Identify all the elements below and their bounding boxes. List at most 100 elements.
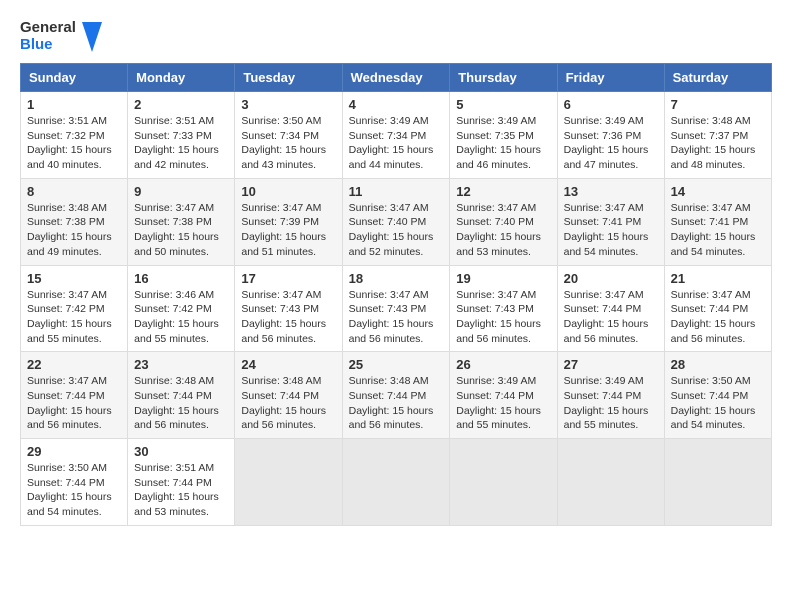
daylight-label: Daylight: 15 hours and 55 minutes. [456,405,541,432]
day-number: 9 [134,184,228,199]
day-of-week-header: Sunday [21,64,128,92]
cell-content: Sunrise: 3:51 AM Sunset: 7:44 PM Dayligh… [134,461,228,520]
calendar-cell: 14 Sunrise: 3:47 AM Sunset: 7:41 PM Dayl… [664,178,771,265]
sunrise-label: Sunrise: 3:48 AM [134,375,214,387]
sunrise-label: Sunrise: 3:47 AM [241,289,321,301]
sunset-label: Sunset: 7:37 PM [671,130,749,142]
day-number: 12 [456,184,550,199]
daylight-label: Daylight: 15 hours and 54 minutes. [671,231,756,258]
calendar-cell: 26 Sunrise: 3:49 AM Sunset: 7:44 PM Dayl… [450,352,557,439]
sunset-label: Sunset: 7:40 PM [349,216,427,228]
calendar-cell: 30 Sunrise: 3:51 AM Sunset: 7:44 PM Dayl… [128,439,235,526]
sunset-label: Sunset: 7:43 PM [349,303,427,315]
sunset-label: Sunset: 7:44 PM [671,303,749,315]
calendar-cell: 25 Sunrise: 3:48 AM Sunset: 7:44 PM Dayl… [342,352,450,439]
sunset-label: Sunset: 7:32 PM [27,130,105,142]
daylight-label: Daylight: 15 hours and 52 minutes. [349,231,434,258]
calendar-cell: 3 Sunrise: 3:50 AM Sunset: 7:34 PM Dayli… [235,92,342,179]
calendar-cell: 12 Sunrise: 3:47 AM Sunset: 7:40 PM Dayl… [450,178,557,265]
calendar-cell: 19 Sunrise: 3:47 AM Sunset: 7:43 PM Dayl… [450,265,557,352]
cell-content: Sunrise: 3:47 AM Sunset: 7:44 PM Dayligh… [671,288,765,347]
sunset-label: Sunset: 7:42 PM [134,303,212,315]
calendar-cell: 6 Sunrise: 3:49 AM Sunset: 7:36 PM Dayli… [557,92,664,179]
day-number: 3 [241,97,335,112]
day-number: 8 [27,184,121,199]
sunrise-label: Sunrise: 3:48 AM [27,202,107,214]
sunrise-label: Sunrise: 3:47 AM [349,202,429,214]
sunset-label: Sunset: 7:41 PM [564,216,642,228]
sunrise-label: Sunrise: 3:49 AM [564,115,644,127]
cell-content: Sunrise: 3:49 AM Sunset: 7:36 PM Dayligh… [564,114,658,173]
calendar-table: SundayMondayTuesdayWednesdayThursdayFrid… [20,63,772,526]
page-header: General Blue [20,20,772,53]
calendar-cell: 27 Sunrise: 3:49 AM Sunset: 7:44 PM Dayl… [557,352,664,439]
day-number: 29 [27,444,121,459]
sunrise-label: Sunrise: 3:47 AM [349,289,429,301]
sunset-label: Sunset: 7:44 PM [134,477,212,489]
cell-content: Sunrise: 3:47 AM Sunset: 7:41 PM Dayligh… [564,201,658,260]
daylight-label: Daylight: 15 hours and 54 minutes. [27,491,112,518]
day-number: 5 [456,97,550,112]
day-number: 13 [564,184,658,199]
sunset-label: Sunset: 7:35 PM [456,130,534,142]
cell-content: Sunrise: 3:48 AM Sunset: 7:38 PM Dayligh… [27,201,121,260]
sunset-label: Sunset: 7:43 PM [241,303,319,315]
calendar-cell: 22 Sunrise: 3:47 AM Sunset: 7:44 PM Dayl… [21,352,128,439]
sunrise-label: Sunrise: 3:49 AM [349,115,429,127]
sunset-label: Sunset: 7:44 PM [564,303,642,315]
daylight-label: Daylight: 15 hours and 50 minutes. [134,231,219,258]
day-of-week-header: Wednesday [342,64,450,92]
calendar-cell: 18 Sunrise: 3:47 AM Sunset: 7:43 PM Dayl… [342,265,450,352]
cell-content: Sunrise: 3:47 AM Sunset: 7:43 PM Dayligh… [241,288,335,347]
cell-content: Sunrise: 3:49 AM Sunset: 7:44 PM Dayligh… [564,374,658,433]
calendar-cell [557,439,664,526]
cell-content: Sunrise: 3:50 AM Sunset: 7:44 PM Dayligh… [671,374,765,433]
day-number: 18 [349,271,444,286]
day-of-week-header: Monday [128,64,235,92]
cell-content: Sunrise: 3:49 AM Sunset: 7:35 PM Dayligh… [456,114,550,173]
day-number: 2 [134,97,228,112]
calendar-cell [664,439,771,526]
cell-content: Sunrise: 3:47 AM Sunset: 7:43 PM Dayligh… [456,288,550,347]
day-number: 16 [134,271,228,286]
cell-content: Sunrise: 3:47 AM Sunset: 7:40 PM Dayligh… [456,201,550,260]
sunset-label: Sunset: 7:39 PM [241,216,319,228]
sunset-label: Sunset: 7:44 PM [241,390,319,402]
cell-content: Sunrise: 3:48 AM Sunset: 7:37 PM Dayligh… [671,114,765,173]
day-number: 26 [456,357,550,372]
calendar-cell: 16 Sunrise: 3:46 AM Sunset: 7:42 PM Dayl… [128,265,235,352]
daylight-label: Daylight: 15 hours and 56 minutes. [456,318,541,345]
sunset-label: Sunset: 7:44 PM [349,390,427,402]
daylight-label: Daylight: 15 hours and 40 minutes. [27,144,112,171]
daylight-label: Daylight: 15 hours and 56 minutes. [27,405,112,432]
daylight-label: Daylight: 15 hours and 44 minutes. [349,144,434,171]
sunrise-label: Sunrise: 3:47 AM [564,202,644,214]
calendar-cell: 21 Sunrise: 3:47 AM Sunset: 7:44 PM Dayl… [664,265,771,352]
cell-content: Sunrise: 3:47 AM Sunset: 7:39 PM Dayligh… [241,201,335,260]
daylight-label: Daylight: 15 hours and 54 minutes. [671,405,756,432]
sunrise-label: Sunrise: 3:48 AM [671,115,751,127]
daylight-label: Daylight: 15 hours and 56 minutes. [671,318,756,345]
daylight-label: Daylight: 15 hours and 55 minutes. [134,318,219,345]
sunset-label: Sunset: 7:41 PM [671,216,749,228]
daylight-label: Daylight: 15 hours and 56 minutes. [564,318,649,345]
sunset-label: Sunset: 7:38 PM [134,216,212,228]
cell-content: Sunrise: 3:47 AM Sunset: 7:42 PM Dayligh… [27,288,121,347]
sunrise-label: Sunrise: 3:50 AM [671,375,751,387]
cell-content: Sunrise: 3:50 AM Sunset: 7:44 PM Dayligh… [27,461,121,520]
calendar-cell: 5 Sunrise: 3:49 AM Sunset: 7:35 PM Dayli… [450,92,557,179]
cell-content: Sunrise: 3:47 AM Sunset: 7:43 PM Dayligh… [349,288,444,347]
sunrise-label: Sunrise: 3:47 AM [456,202,536,214]
calendar-cell: 29 Sunrise: 3:50 AM Sunset: 7:44 PM Dayl… [21,439,128,526]
day-number: 21 [671,271,765,286]
day-number: 19 [456,271,550,286]
calendar-week-row: 15 Sunrise: 3:47 AM Sunset: 7:42 PM Dayl… [21,265,772,352]
calendar-cell: 15 Sunrise: 3:47 AM Sunset: 7:42 PM Dayl… [21,265,128,352]
day-number: 30 [134,444,228,459]
calendar-cell: 9 Sunrise: 3:47 AM Sunset: 7:38 PM Dayli… [128,178,235,265]
sunrise-label: Sunrise: 3:47 AM [27,289,107,301]
cell-content: Sunrise: 3:47 AM Sunset: 7:44 PM Dayligh… [27,374,121,433]
sunrise-label: Sunrise: 3:50 AM [241,115,321,127]
day-number: 7 [671,97,765,112]
cell-content: Sunrise: 3:47 AM Sunset: 7:41 PM Dayligh… [671,201,765,260]
